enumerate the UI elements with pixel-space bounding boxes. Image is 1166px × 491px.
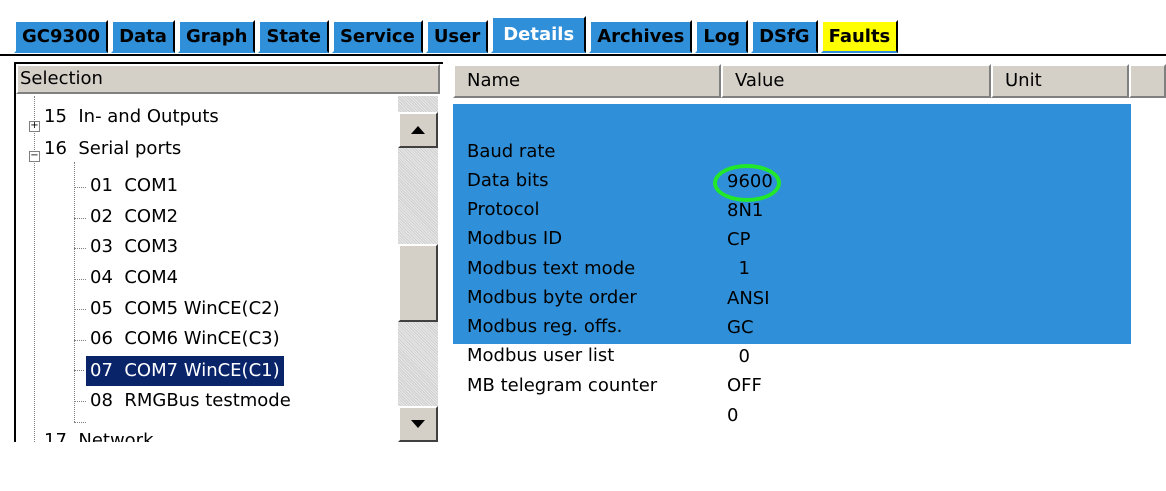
selection-header: Selection	[16, 64, 440, 94]
annotation-circle-icon	[713, 164, 781, 202]
tree-item-com7-selected[interactable]: 07 COM7 WinCE(C1)	[85, 355, 285, 387]
tree-item-com3[interactable]: 03 COM3	[90, 232, 178, 262]
scroll-thumb[interactable]	[398, 244, 438, 322]
tab-user[interactable]: User	[425, 20, 489, 53]
tree-item-com2[interactable]: 02 COM2	[90, 202, 178, 232]
table-row[interactable]: Data bits 8N1	[467, 136, 1127, 221]
table-row[interactable]: MB telegram counter 0	[467, 341, 1127, 426]
tab-dsfg[interactable]: DSfG	[751, 20, 818, 53]
tab-archives[interactable]: Archives	[589, 20, 693, 53]
tree-collapse-icon[interactable]: −	[29, 151, 40, 162]
table-row[interactable]: Modbus user list OFF	[467, 311, 1127, 396]
tab-state[interactable]: State	[258, 20, 329, 53]
scroll-up-button[interactable]	[398, 112, 438, 148]
row-value: OFF	[727, 375, 762, 396]
tree-item-network[interactable]: 17 Network	[44, 426, 154, 442]
row-value: 0	[727, 405, 739, 426]
tree-item-com5[interactable]: 05 COM5 WinCE(C2)	[90, 294, 280, 324]
tab-faults[interactable]: Faults	[820, 20, 899, 53]
tab-bar: GC9300 Data Graph State Service User Det…	[0, 16, 1166, 56]
tab-details[interactable]: Details	[491, 16, 587, 53]
selection-tree: + − 15 In- and Outputs 16 Serial ports 0…	[18, 96, 398, 442]
column-header-value[interactable]: Value	[721, 64, 991, 98]
table-row[interactable]: Baud rate 9600	[467, 107, 1127, 192]
tree-connector	[74, 370, 86, 371]
tree-connector	[74, 162, 75, 422]
tree-connector	[74, 422, 86, 423]
table-row[interactable]: Modbus reg. offs. 0	[467, 282, 1127, 367]
column-header-filler	[1129, 64, 1166, 98]
tree-connector	[34, 96, 35, 442]
table-row[interactable]: Modbus text mode ANSI	[467, 224, 1127, 309]
tab-gc9300[interactable]: GC9300	[14, 20, 109, 53]
tree-connector	[74, 401, 86, 402]
triangle-up-icon	[411, 126, 425, 134]
tree-item-com6[interactable]: 06 COM6 WinCE(C3)	[90, 324, 280, 354]
scroll-down-button[interactable]	[398, 406, 438, 442]
tree-item-com1[interactable]: 01 COM1	[90, 171, 178, 201]
tree-item-rmgbus-testmode[interactable]: 08 RMGBus testmode	[90, 386, 291, 416]
tab-log[interactable]: Log	[695, 20, 749, 53]
column-header-name[interactable]: Name	[453, 64, 721, 98]
tree-connector	[74, 187, 86, 188]
tab-data[interactable]: Data	[111, 20, 175, 53]
tree-connector	[74, 309, 86, 310]
triangle-down-icon	[411, 420, 425, 428]
tree-connector	[74, 340, 86, 341]
tree-expand-icon[interactable]: +	[29, 121, 40, 132]
tree-connector	[74, 218, 86, 219]
tab-service[interactable]: Service	[331, 20, 423, 53]
table-row[interactable]: Protocol CP	[467, 165, 1127, 250]
tab-graph[interactable]: Graph	[177, 20, 256, 53]
tree-item-in-and-outputs[interactable]: 15 In- and Outputs	[44, 102, 219, 132]
tree-connector	[74, 279, 86, 280]
tree-connector	[74, 248, 86, 249]
tree-item-com4[interactable]: 04 COM4	[90, 263, 178, 293]
column-header-unit[interactable]: Unit	[991, 64, 1129, 98]
row-name: MB telegram counter	[467, 375, 658, 396]
table-row[interactable]: Modbus ID 1	[467, 194, 1127, 279]
details-grid: Name Value Unit Baud rate 9600 Data bits…	[445, 64, 1166, 442]
table-row[interactable]: Modbus byte order GC	[467, 253, 1127, 338]
tree-item-serial-ports[interactable]: 16 Serial ports	[44, 134, 181, 164]
tree-scrollbar[interactable]	[398, 96, 438, 442]
